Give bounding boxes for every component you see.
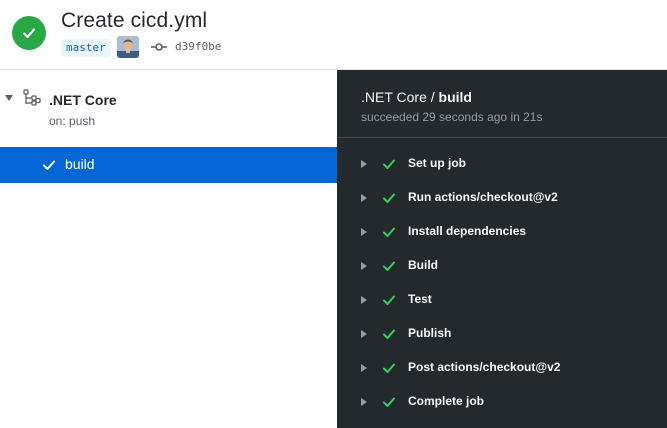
panel-divider [337,137,667,138]
caret-right-icon [361,364,367,372]
check-icon [383,193,395,203]
check-icon [43,160,55,170]
check-icon [383,159,395,169]
caret-right-icon [361,296,367,304]
step-row[interactable]: Test [337,283,667,317]
step-row[interactable]: Complete job [337,385,667,419]
check-circle-icon [12,16,46,50]
job-title: .NET Core / build [361,89,472,105]
step-label: Set up job [408,156,466,170]
step-label: Post actions/checkout@v2 [408,360,561,374]
caret-right-icon [361,194,367,202]
workflow-icon [23,89,41,106]
step-row[interactable]: Post actions/checkout@v2 [337,351,667,385]
job-title-job: build [438,89,472,105]
check-icon [383,397,395,407]
step-label: Complete job [408,394,485,408]
job-title-separator: / [426,89,439,105]
caret-right-icon [361,228,367,236]
workflow-name[interactable]: .NET Core [49,92,117,108]
run-title: Create cicd.yml [61,9,208,32]
run-header: Create cicd.yml master d39f0be [0,0,667,70]
step-row[interactable]: Install dependencies [337,215,667,249]
step-row[interactable]: Set up job [337,147,667,181]
git-commit-icon [151,43,167,51]
workflow-trigger: on: push [49,114,96,128]
check-icon [383,261,395,271]
caret-down-icon[interactable] [5,94,13,102]
step-row[interactable]: Build [337,249,667,283]
check-icon [383,295,395,305]
step-row[interactable]: Run actions/checkout@v2 [337,181,667,215]
caret-right-icon [361,330,367,338]
branch-badge[interactable]: master [61,39,111,57]
caret-right-icon [361,160,367,168]
job-title-workflow: .NET Core [361,89,427,105]
step-label: Run actions/checkout@v2 [408,190,558,204]
step-label: Publish [408,326,452,340]
step-label: Build [408,258,438,272]
check-icon [383,363,395,373]
step-label: Install dependencies [408,224,527,238]
caret-right-icon [361,262,367,270]
caret-right-icon [361,398,367,406]
avatar[interactable] [117,36,139,58]
step-label: Test [408,292,432,306]
commit-sha-link[interactable]: d39f0be [175,40,221,53]
step-row[interactable]: Publish [337,317,667,351]
sidebar-job-label: build [65,156,95,172]
job-summary: succeeded 29 seconds ago in 21s [361,110,543,124]
check-icon [383,329,395,339]
check-icon [383,227,395,237]
